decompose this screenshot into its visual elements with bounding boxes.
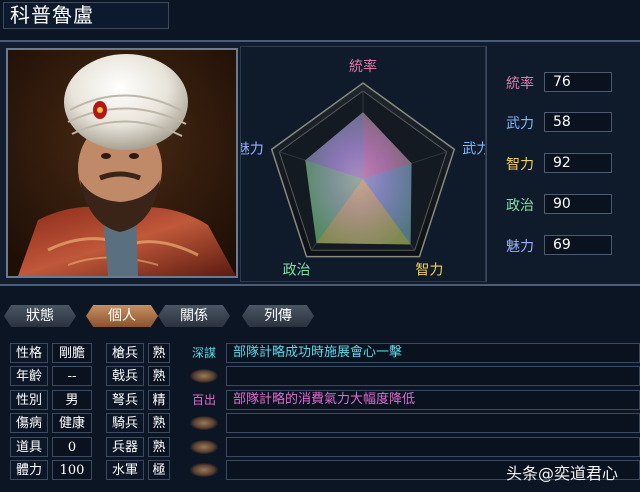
stat-value: 76 (544, 72, 612, 92)
stat-value: 58 (544, 112, 612, 132)
aptitude-value: 熟 (148, 366, 170, 386)
aptitude-value: 熟 (148, 413, 170, 433)
personal-value: -- (52, 366, 92, 386)
watermark: 头条@奕道君心 (506, 464, 619, 483)
stat-value: 92 (544, 153, 612, 173)
personal-label: 道具 (10, 437, 48, 457)
personal-label: 性別 (10, 390, 48, 410)
stat-label: 政治 (506, 198, 534, 214)
personal-label: 年齡 (10, 366, 48, 386)
empty-skill-slot-icon (190, 416, 218, 430)
stat-label: 武力 (506, 116, 534, 132)
radar-svg: 統率武力智力 政治 魅力 (236, 58, 491, 279)
personal-label: 體力 (10, 460, 48, 480)
tab-3[interactable]: 關係 (158, 305, 230, 327)
stat-label: 魅力 (506, 239, 534, 255)
stat-value: 69 (544, 235, 612, 255)
skill-name[interactable]: 深謀 (186, 343, 222, 363)
radar-label-war: 武力 (462, 141, 485, 157)
aptitude-value: 熟 (148, 343, 170, 363)
skill-name[interactable]: 百出 (186, 390, 222, 410)
personal-value: 男 (52, 390, 92, 410)
stat-label: 統率 (506, 76, 534, 92)
tab-2[interactable]: 個人 (86, 305, 158, 327)
personal-value: 剛膽 (52, 343, 92, 363)
empty-skill-slot-icon (190, 440, 218, 454)
aptitude-label: 水軍 (106, 460, 144, 480)
tab-1[interactable]: 狀態 (4, 305, 76, 327)
empty-skill-slot-icon (190, 369, 218, 383)
stat-value: 90 (544, 194, 612, 214)
aptitude-value: 極 (148, 460, 170, 480)
aptitude-label: 弩兵 (106, 390, 144, 410)
skill-description (226, 366, 640, 386)
aptitude-label: 騎兵 (106, 413, 144, 433)
aptitude-value: 精 (148, 390, 170, 410)
aptitude-label: 槍兵 (106, 343, 144, 363)
personal-label: 性格 (10, 343, 48, 363)
officer-name: 科普魯盧 (3, 2, 169, 29)
skill-description (226, 413, 640, 433)
portrait-image (8, 50, 236, 276)
officer-portrait (6, 48, 238, 278)
radar-label-pol: 政治 (283, 263, 311, 279)
radar-label-int: 智力 (415, 263, 443, 279)
personal-value: 100 (52, 460, 92, 480)
aptitude-label: 戟兵 (106, 366, 144, 386)
aptitude-label: 兵器 (106, 437, 144, 457)
attribute-radar-chart: 統率武力智力 政治 魅力 (236, 46, 491, 282)
stat-label: 智力 (506, 157, 534, 173)
tab-4[interactable]: 列傳 (242, 305, 314, 327)
personal-value: 0 (52, 437, 92, 457)
skill-description: 部隊計略的消費氣力大幅度降低 (226, 390, 640, 410)
skill-description: 部隊計略成功時施展會心一擊 (226, 343, 640, 363)
radar-label-lead: 統率 (349, 58, 377, 75)
skill-description (226, 437, 640, 457)
empty-skill-slot-icon (190, 463, 218, 477)
personal-value: 健康 (52, 413, 92, 433)
aptitude-value: 熟 (148, 437, 170, 457)
personal-label: 傷病 (10, 413, 48, 433)
radar-label-cha: 魅力 (241, 141, 264, 157)
